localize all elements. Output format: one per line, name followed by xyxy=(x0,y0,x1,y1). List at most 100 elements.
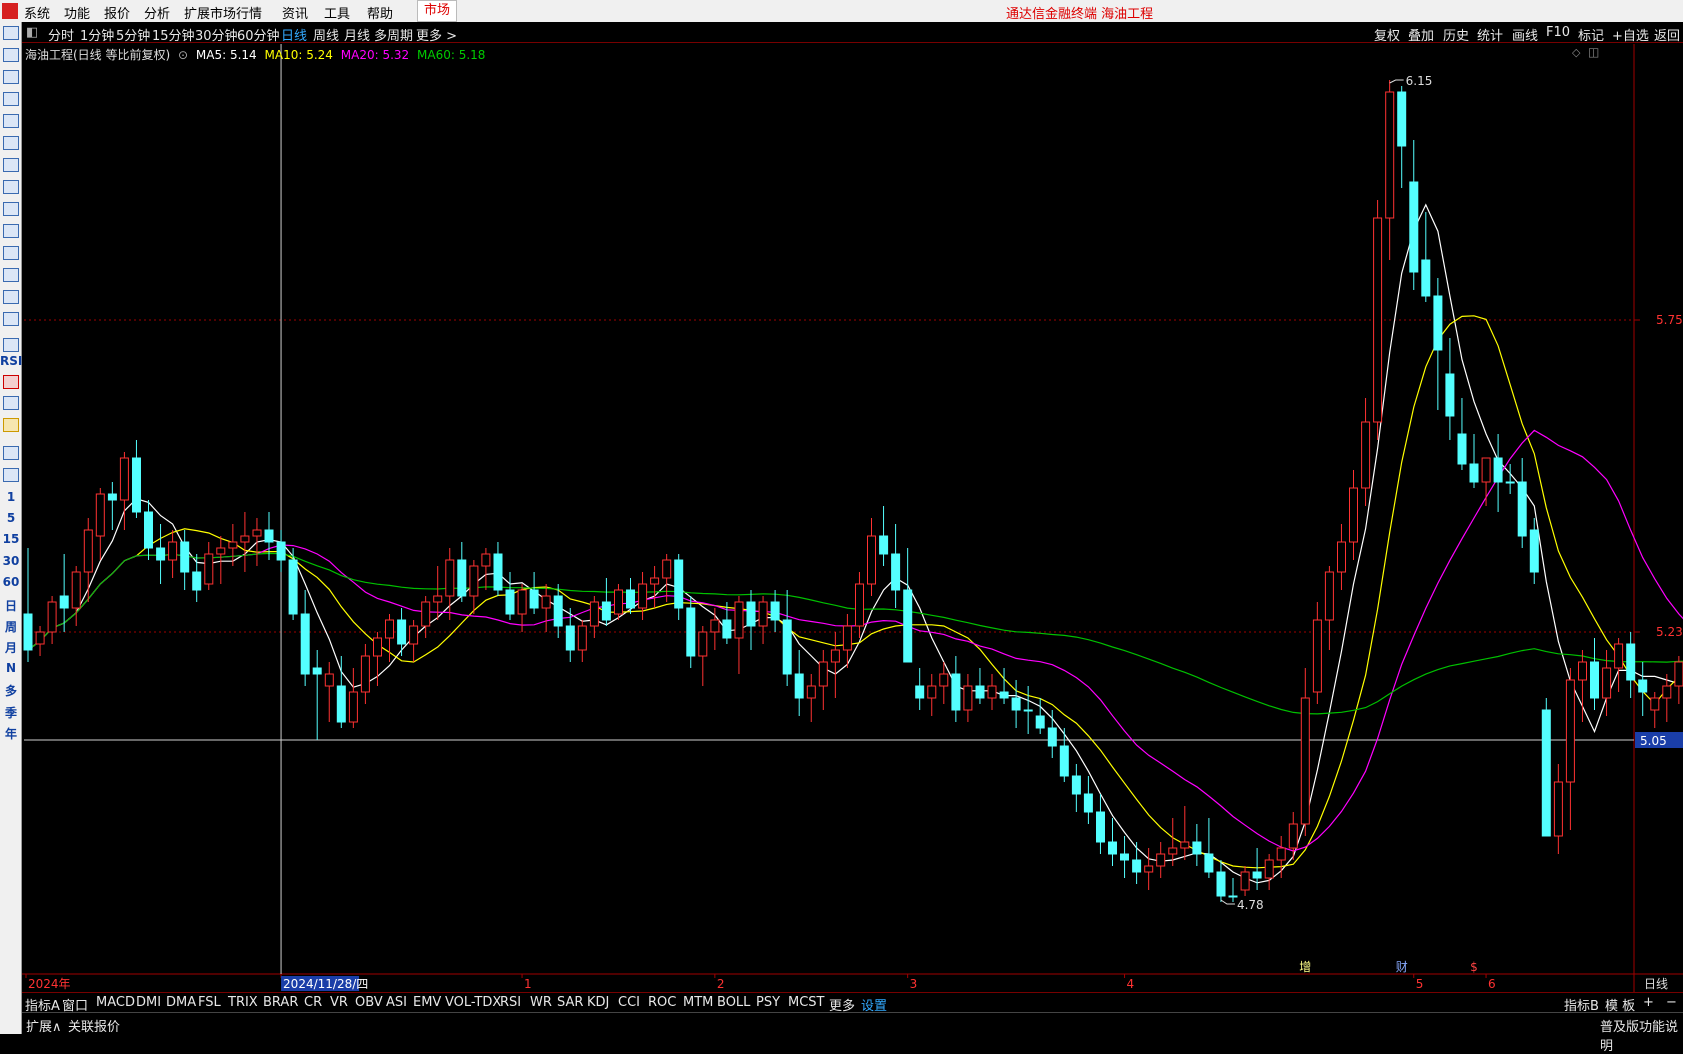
period-n-button[interactable]: N xyxy=(0,661,22,675)
period-tab-timeshare[interactable]: 分时 xyxy=(48,25,74,44)
period-30min-button[interactable]: 30 xyxy=(0,554,22,568)
indicator-tab-macd[interactable]: MACD xyxy=(96,995,135,1010)
indicator-tab-wr[interactable]: WR xyxy=(530,995,552,1010)
period-quarter-button[interactable]: 季 xyxy=(0,704,22,721)
period-tab-1min[interactable]: 1分钟 xyxy=(80,25,114,44)
period-year-button[interactable]: 年 xyxy=(0,725,22,742)
indicator-tab-cci[interactable]: CCI xyxy=(618,995,640,1010)
menu-function[interactable]: 功能 xyxy=(64,3,90,22)
diamond-icon[interactable]: ◇ xyxy=(1572,46,1580,59)
period-tab-day[interactable]: 日线 xyxy=(281,25,307,44)
move-icon[interactable] xyxy=(3,396,19,410)
grid-icon[interactable] xyxy=(3,114,19,128)
period-15min-button[interactable]: 15 xyxy=(0,532,22,546)
period-tab-month[interactable]: 月线 xyxy=(344,25,370,44)
candle-body xyxy=(1553,781,1563,837)
period-1min-button[interactable]: 1 xyxy=(0,490,22,504)
mark-button[interactable]: 标记 xyxy=(1578,25,1604,44)
return-button[interactable]: 返回 xyxy=(1654,25,1680,44)
menu-help[interactable]: 帮助 xyxy=(367,3,393,22)
indicator-tab-dma[interactable]: DMA xyxy=(166,995,196,1010)
f12-icon[interactable] xyxy=(3,268,19,282)
indicator-tab-asi[interactable]: ASI xyxy=(386,995,407,1010)
fs-icon[interactable] xyxy=(3,446,19,460)
indicator-tab-psy[interactable]: PSY xyxy=(756,995,780,1010)
indicator-tab-rsi[interactable]: RSI xyxy=(500,995,521,1010)
chart-switch-icon[interactable] xyxy=(3,468,19,482)
f10-icon[interactable] xyxy=(3,202,19,216)
candlestick-chart[interactable]: 5.75 5.23 5.05 2024年 2024/11/28/四 1 2 3 4 5 6 日线 增 财… xyxy=(22,44,1683,992)
up-arrow-icon[interactable] xyxy=(3,48,19,62)
period-tab-5min[interactable]: 5分钟 xyxy=(116,25,150,44)
indicator-tab-mtm[interactable]: MTM xyxy=(683,995,713,1010)
market-tab[interactable]: 市场 xyxy=(417,0,457,22)
ma20-value: MA20: 5.32 xyxy=(340,48,410,62)
menu-news[interactable]: 资讯 xyxy=(282,3,308,22)
indicator-tab-roc[interactable]: ROC xyxy=(648,995,676,1010)
indicator-tab-emv[interactable]: EMV xyxy=(413,995,441,1010)
period-tab-more[interactable]: 更多 > xyxy=(416,25,457,44)
info-icon[interactable] xyxy=(3,246,19,260)
quote-list-icon[interactable] xyxy=(3,92,19,106)
period-tab-multi[interactable]: 多周期 xyxy=(374,25,413,44)
period-month-button[interactable]: 月 xyxy=(0,639,22,656)
option-icon[interactable] xyxy=(3,290,19,304)
line-chart-icon[interactable] xyxy=(3,136,19,150)
indicator-tab-kdj[interactable]: KDJ xyxy=(587,995,609,1010)
pencil-icon[interactable] xyxy=(3,418,19,432)
candle-body xyxy=(1481,457,1491,483)
period-tab-60min[interactable]: 60分钟 xyxy=(237,25,280,44)
report-icon[interactable] xyxy=(3,224,19,238)
period-60min-button[interactable]: 60 xyxy=(0,575,22,589)
indicator-tab-trix[interactable]: TRIX xyxy=(228,995,258,1010)
indicator-tab-dmi[interactable]: DMI xyxy=(136,995,161,1010)
related-quote-button[interactable]: 关联报价 xyxy=(68,1016,120,1035)
zoom-out-button[interactable]: − xyxy=(1666,995,1677,1010)
indicator-tab-boll[interactable]: BOLL xyxy=(717,995,750,1010)
period-tab-30min[interactable]: 30分钟 xyxy=(195,25,238,44)
indicator-tab-obv[interactable]: OBV xyxy=(355,995,383,1010)
rsi-button[interactable]: RSI xyxy=(0,354,22,368)
ma20-line xyxy=(27,429,1683,852)
indicator-tab-vol-tdx[interactable]: VOL-TDX xyxy=(445,995,501,1010)
indicator-tab-sar[interactable]: SAR xyxy=(557,995,583,1010)
add-watchlist-button[interactable]: +自选 xyxy=(1612,25,1649,44)
menu-analysis[interactable]: 分析 xyxy=(144,3,170,22)
overlay-button[interactable]: 叠加 xyxy=(1408,25,1434,44)
period-week-button[interactable]: 周 xyxy=(0,618,22,635)
period-day-button[interactable]: 日 xyxy=(0,597,22,614)
expand-button[interactable]: 扩展∧ xyxy=(26,1016,62,1035)
candle-body xyxy=(1240,871,1250,891)
period-multi-button[interactable]: 多 xyxy=(0,682,22,699)
window-toggle-icon[interactable]: ◫ xyxy=(1588,45,1599,59)
f10-button[interactable]: F10 xyxy=(1546,25,1570,40)
menu-extended-market[interactable]: 扩展市场行情 xyxy=(184,3,262,22)
menu-tools[interactable]: 工具 xyxy=(324,3,350,22)
period-tab-week[interactable]: 周线 xyxy=(313,25,339,44)
indicator-tab-mcst[interactable]: MCST xyxy=(788,995,825,1010)
wave-icon[interactable] xyxy=(3,338,19,352)
period-tab-15min[interactable]: 15分钟 xyxy=(152,25,195,44)
table-icon[interactable] xyxy=(3,180,19,194)
indicator-tab-cr[interactable]: CR xyxy=(304,995,322,1010)
back-arrow-icon[interactable] xyxy=(3,26,19,40)
time-axis-label: 5 xyxy=(1416,977,1424,991)
down-arrow-icon[interactable] xyxy=(3,70,19,84)
indicator-tab-brar[interactable]: BRAR xyxy=(263,995,298,1010)
period-5min-button[interactable]: 5 xyxy=(0,511,22,525)
draw-line-button[interactable]: 画线 xyxy=(1512,25,1538,44)
circle-icon[interactable] xyxy=(3,312,19,326)
menu-system[interactable]: 系统 xyxy=(24,3,50,22)
history-button[interactable]: 历史 xyxy=(1443,25,1469,44)
zoom-in-button[interactable]: + xyxy=(1643,995,1654,1010)
edition-help-link[interactable]: 普及版功能说明 xyxy=(1600,1016,1683,1054)
settings-circle-icon[interactable]: ⊙ xyxy=(178,48,188,62)
toggle-panel-icon[interactable]: ◧ xyxy=(26,25,38,40)
indicator-tab-vr[interactable]: VR xyxy=(330,995,348,1010)
candlestick-icon[interactable] xyxy=(3,158,19,172)
indicator-tab-fsl[interactable]: FSL xyxy=(198,995,221,1010)
menu-quote[interactable]: 报价 xyxy=(104,3,130,22)
adjust-button[interactable]: 复权 xyxy=(1374,25,1400,44)
statistics-button[interactable]: 统计 xyxy=(1477,25,1503,44)
dollar-icon[interactable] xyxy=(3,375,19,389)
